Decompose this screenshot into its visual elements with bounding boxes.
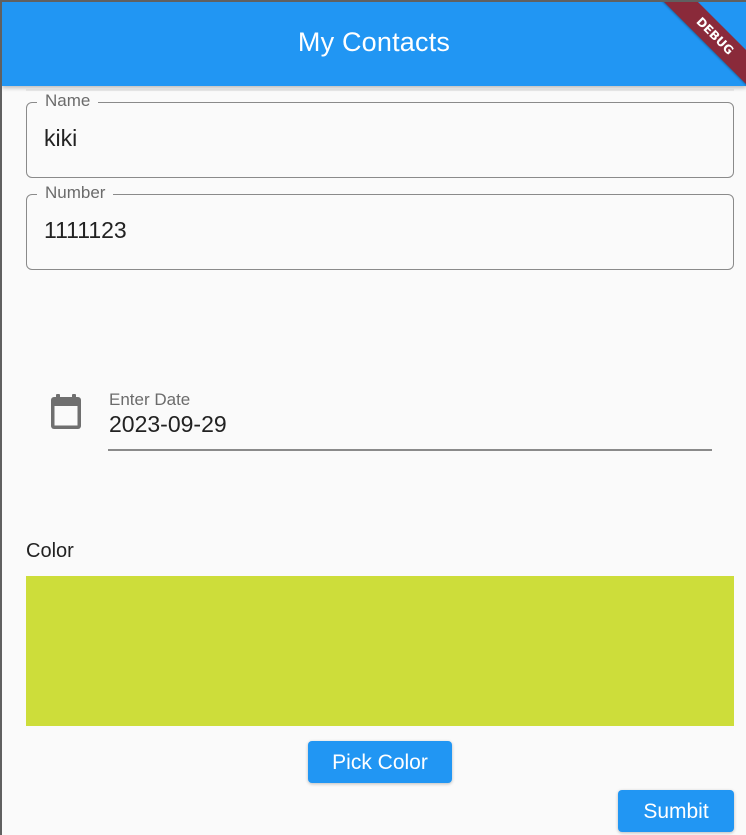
color-swatch: [26, 576, 734, 726]
divider: [26, 89, 734, 91]
name-field-value[interactable]: kiki: [44, 125, 77, 152]
date-field-value[interactable]: 2023-09-29: [109, 411, 227, 438]
app-window: My Contacts DEBUG Name kiki Number 11111…: [2, 2, 746, 835]
name-field[interactable]: Name kiki: [26, 91, 734, 178]
app-bar: My Contacts: [2, 2, 746, 86]
number-field-value[interactable]: 1111123: [44, 217, 127, 244]
pick-color-button[interactable]: Pick Color: [308, 741, 452, 783]
color-section-label: Color: [26, 540, 74, 562]
number-field-label: Number: [37, 183, 114, 203]
number-field[interactable]: Number 1111123: [26, 183, 734, 270]
date-field-underline: [108, 449, 712, 451]
calendar-icon[interactable]: [49, 393, 83, 431]
app-bar-title: My Contacts: [297, 27, 451, 57]
submit-button[interactable]: Sumbit: [618, 790, 734, 832]
name-field-label: Name: [37, 91, 99, 111]
date-field-label: Enter Date: [109, 390, 191, 409]
